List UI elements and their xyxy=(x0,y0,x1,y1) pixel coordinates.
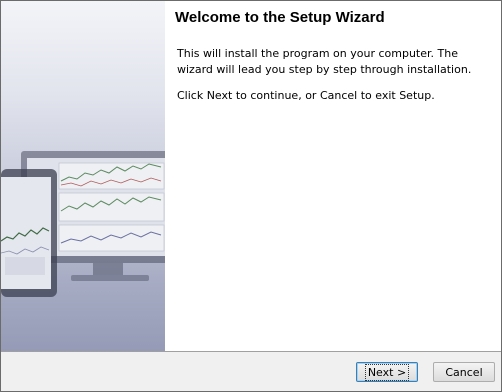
wizard-content: Welcome to the Setup Wizard This will in… xyxy=(165,1,501,351)
devices-illustration xyxy=(1,151,165,297)
cancel-button[interactable]: Cancel xyxy=(433,362,495,382)
next-button[interactable]: Next > xyxy=(356,362,418,382)
instruction-text: Click Next to continue, or Cancel to exi… xyxy=(177,89,435,102)
next-button-label: Next > xyxy=(364,363,410,381)
button-bar: Next > Cancel xyxy=(1,351,501,391)
setup-wizard-window: Welcome to the Setup Wizard This will in… xyxy=(0,0,502,392)
wizard-banner-image xyxy=(1,1,165,351)
intro-text: This will install the program on your co… xyxy=(177,47,472,76)
page-title: Welcome to the Setup Wizard xyxy=(175,9,385,26)
